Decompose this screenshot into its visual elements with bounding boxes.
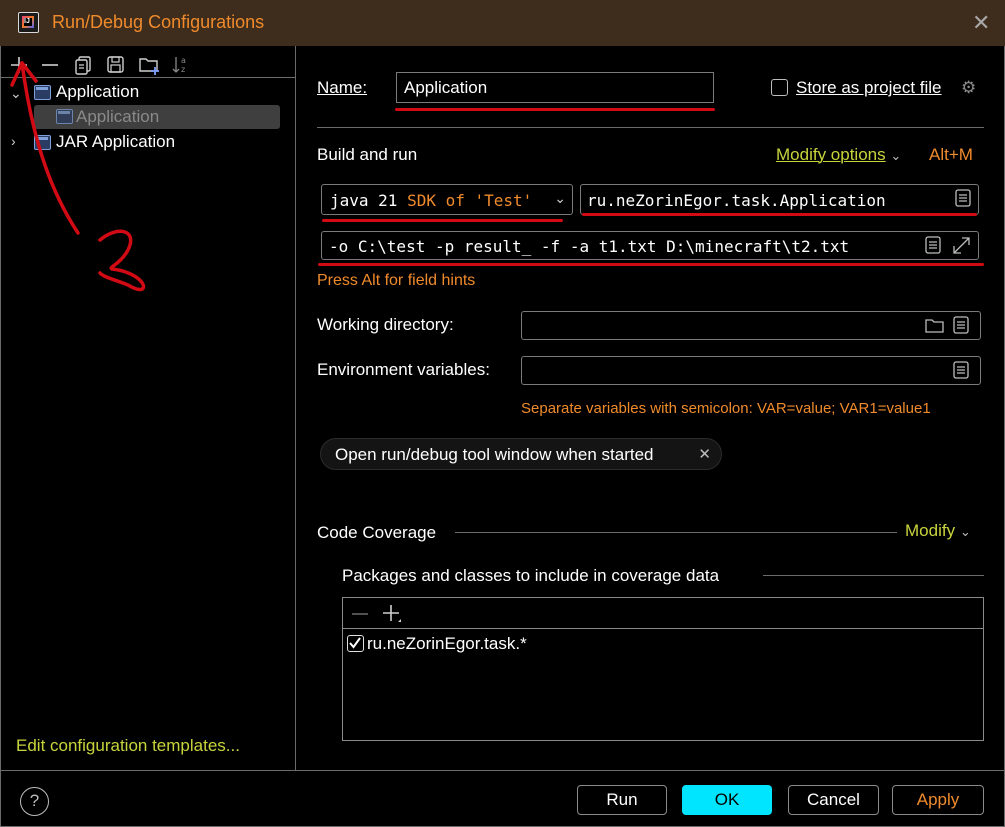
browse-icon[interactable] — [925, 236, 942, 260]
browse-icon[interactable] — [953, 316, 970, 340]
program-arguments-field[interactable]: -o C:\test -p result_ -f -a t1.txt D:\mi… — [321, 231, 979, 260]
add-icon[interactable] — [381, 603, 403, 630]
expand-icon[interactable] — [952, 236, 971, 260]
name-field[interactable]: Application — [396, 72, 714, 103]
coverage-toolbar — [343, 598, 983, 629]
modify-options-shortcut: Alt+M — [929, 145, 973, 164]
env-vars-label: Environment variables: — [317, 360, 490, 379]
name-value: Application — [404, 78, 488, 97]
coverage-item-label: ru.neZorinEgor.task.* — [367, 634, 527, 653]
option-chip[interactable]: Open run/debug tool window when started … — [320, 438, 722, 470]
main-class-field[interactable]: ru.neZorinEgor.task.Application — [580, 184, 979, 215]
coverage-list: ru.neZorinEgor.task.* — [342, 597, 984, 741]
close-icon[interactable]: ✕ — [698, 445, 711, 463]
working-dir-field[interactable] — [521, 311, 981, 340]
sort-icon[interactable]: az — [170, 54, 192, 76]
cancel-button[interactable]: Cancel — [788, 785, 879, 815]
chevron-down-icon: ⌄ — [554, 190, 566, 206]
env-vars-field[interactable] — [521, 356, 981, 385]
annotation-arrow-3 — [10, 61, 146, 292]
coverage-modify-link[interactable]: Modify ⌄ — [905, 521, 971, 541]
build-run-heading: Build and run — [317, 145, 418, 164]
coverage-include-label: Packages and classes to include in cover… — [342, 566, 720, 585]
window-title: Run/Debug Configurations — [52, 12, 265, 32]
browse-icon[interactable] — [953, 361, 970, 385]
edit-templates-link[interactable]: Edit configuration templates... — [16, 736, 240, 756]
jdk-select[interactable]: java 21 SDK of 'Test' ⌄ — [321, 184, 573, 215]
coverage-item-checkbox[interactable] — [347, 635, 364, 652]
annotation-underline — [395, 108, 715, 111]
working-dir-label: Working directory: — [317, 315, 454, 334]
coverage-heading: Code Coverage — [317, 523, 437, 542]
store-checkbox[interactable] — [771, 79, 788, 96]
apply-button[interactable]: Apply — [892, 785, 984, 815]
remove-icon[interactable] — [350, 604, 370, 629]
svg-text:a: a — [181, 56, 186, 65]
store-label: Store as project file — [796, 78, 942, 97]
field-hint: Press Alt for field hints — [317, 272, 476, 289]
svg-text:z: z — [181, 65, 185, 74]
folder-icon[interactable] — [925, 317, 944, 339]
intellij-icon: IJ — [18, 12, 39, 33]
run-button[interactable]: Run — [577, 785, 667, 815]
gear-icon[interactable]: ⚙ — [961, 78, 976, 98]
help-icon[interactable]: ? — [20, 787, 49, 816]
name-label: Name: — [317, 78, 368, 97]
env-hint: Separate variables with semicolon: VAR=v… — [521, 400, 931, 417]
browse-icon[interactable] — [955, 189, 972, 213]
ok-button[interactable]: OK — [682, 785, 772, 815]
close-icon[interactable]: ✕ — [972, 10, 990, 36]
modify-options-link[interactable]: Modify options ⌄ — [776, 145, 901, 165]
